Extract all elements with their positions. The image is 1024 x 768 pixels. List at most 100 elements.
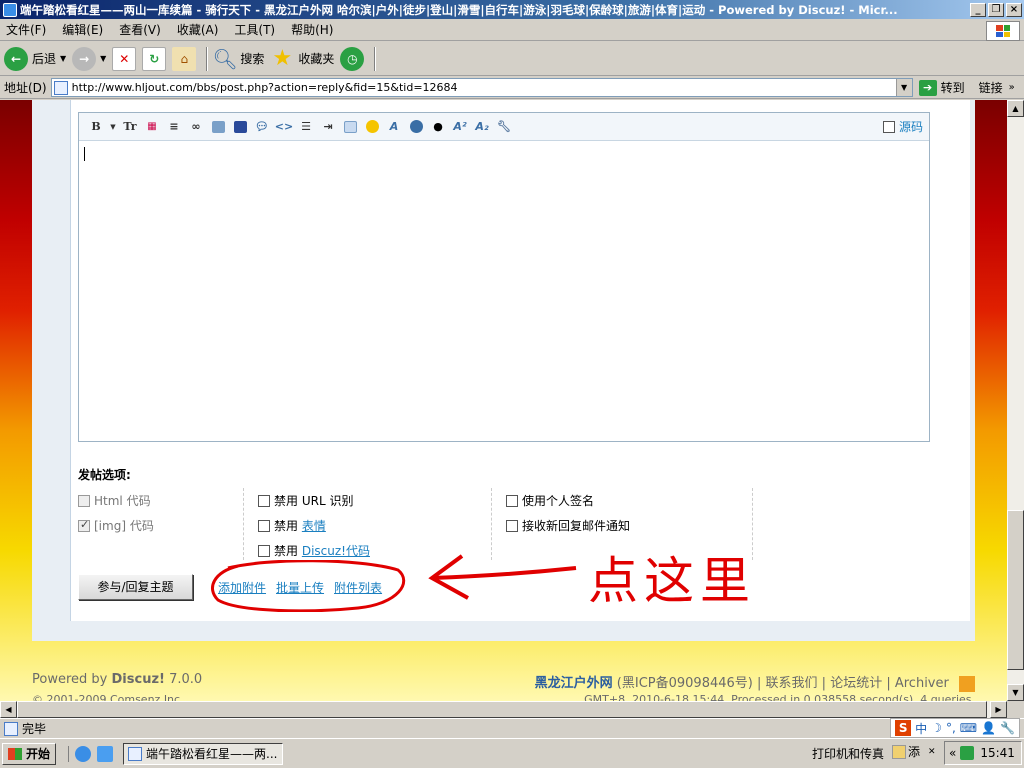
- refresh-button[interactable]: ↻: [142, 46, 167, 71]
- menu-view[interactable]: 查看(V): [119, 21, 161, 38]
- indent-icon[interactable]: ⇥: [319, 119, 337, 135]
- email-notify-checkbox[interactable]: [506, 519, 518, 532]
- links-button[interactable]: 链接: [979, 79, 1003, 96]
- post-textarea[interactable]: [79, 141, 929, 441]
- site-name-link[interactable]: 黑龙江户外网: [535, 676, 613, 691]
- superscript-icon[interactable]: A²: [451, 119, 469, 135]
- go-button[interactable]: ➔ 转到: [918, 79, 965, 96]
- chevron-left-icon[interactable]: «: [949, 746, 956, 760]
- disable-url-checkbox[interactable]: [258, 494, 270, 507]
- moon-icon[interactable]: ☽: [931, 721, 942, 735]
- wrench-icon[interactable]: 🔧︎: [495, 119, 513, 135]
- chevron-right-icon[interactable]: »: [1009, 82, 1015, 93]
- stats-link[interactable]: 论坛统计: [830, 676, 882, 691]
- menu-help[interactable]: 帮助(H): [291, 21, 333, 38]
- flash-icon[interactable]: [410, 120, 423, 133]
- ie-icon[interactable]: [97, 745, 114, 762]
- address-dropdown-icon[interactable]: ▼: [895, 79, 912, 96]
- color-grid-icon[interactable]: ▦: [143, 119, 161, 135]
- smiley-icon[interactable]: [366, 120, 379, 133]
- option-disable-smilies[interactable]: 禁用 表情: [258, 513, 491, 538]
- keyboard-icon[interactable]: ⌨: [960, 721, 977, 735]
- footer-links: 黑龙江户外网 (黑ICP备09098446号) | 联系我们 | 论坛统计 | …: [535, 672, 975, 692]
- icp-link[interactable]: (黑ICP备09098446号): [617, 676, 753, 691]
- menu-edit[interactable]: 编辑(E): [62, 21, 103, 38]
- menu-file[interactable]: 文件(F): [6, 21, 46, 38]
- scroll-up-icon[interactable]: ▲: [1007, 100, 1024, 117]
- option-signature[interactable]: 使用个人签名: [506, 488, 752, 513]
- source-label[interactable]: 源码: [899, 118, 923, 135]
- reply-submit-button[interactable]: 参与/回复主题: [78, 574, 193, 600]
- forward-button[interactable]: → ▼: [72, 46, 106, 71]
- discuzcode-link[interactable]: Discuz!代码: [302, 542, 370, 559]
- taskbar-ie-window[interactable]: 端午踏松看红星——两...: [123, 742, 284, 765]
- address-url[interactable]: http://www.hljout.com/bbs/post.php?actio…: [72, 81, 896, 94]
- qq-icon[interactable]: ●: [429, 119, 447, 135]
- vertical-scrollbar[interactable]: ▲ ▼: [1007, 100, 1024, 701]
- scroll-left-icon[interactable]: ◀: [0, 701, 17, 718]
- ime-mode-chinese[interactable]: 中: [915, 720, 927, 737]
- close-icon[interactable]: ✕: [928, 747, 936, 757]
- vertical-scroll-thumb[interactable]: [1007, 510, 1024, 670]
- quote-icon[interactable]: 💬︎: [253, 119, 271, 135]
- ie-icon[interactable]: [75, 745, 92, 762]
- user-icon[interactable]: 👤: [981, 721, 996, 735]
- archiver-link[interactable]: Archiver: [895, 676, 949, 691]
- option-html[interactable]: Html 代码: [78, 488, 243, 513]
- wrench-icon[interactable]: 🔧: [1000, 721, 1015, 735]
- start-button[interactable]: 开始: [2, 742, 57, 765]
- sogou-ime-icon[interactable]: S: [895, 720, 912, 736]
- menu-tools[interactable]: 工具(T): [234, 21, 275, 38]
- bold-icon[interactable]: B: [87, 119, 105, 135]
- option-email-notify[interactable]: 接收新回复邮件通知: [506, 513, 752, 538]
- align-icon[interactable]: ≡: [165, 119, 183, 135]
- horizontal-scrollbar[interactable]: ◀ ▶: [0, 701, 1007, 718]
- rss-icon[interactable]: [959, 675, 975, 692]
- search-button[interactable]: 🔍︎ 搜索: [212, 47, 264, 71]
- home-button[interactable]: ⌂: [172, 46, 197, 71]
- option-img[interactable]: [img] 代码: [78, 513, 243, 538]
- subscript-icon[interactable]: A₂: [473, 119, 491, 135]
- source-checkbox[interactable]: [882, 120, 895, 133]
- history-button[interactable]: ◷: [340, 46, 365, 71]
- toolbar-separator: [206, 46, 209, 71]
- scroll-right-icon[interactable]: ▶: [990, 701, 1007, 718]
- link-icon[interactable]: ∞: [187, 119, 205, 135]
- window-title-bar[interactable]: 端午踏松看红星——两山一库续篇 - 骑行天下 - 黑龙江户外网 哈尔滨|户外|徒…: [0, 0, 1024, 19]
- menu-favorites[interactable]: 收藏(A): [177, 21, 219, 38]
- scroll-down-icon[interactable]: ▼: [1007, 684, 1024, 701]
- address-input[interactable]: http://www.hljout.com/bbs/post.php?actio…: [50, 78, 913, 97]
- table-icon[interactable]: [344, 120, 357, 133]
- code-icon[interactable]: <>: [275, 119, 293, 135]
- forward-dropdown-icon[interactable]: ▼: [100, 54, 106, 63]
- html-checkbox[interactable]: [78, 494, 90, 507]
- ime-toolbar[interactable]: S 中 ☽ °, ⌨ 👤 🔧: [890, 718, 1020, 738]
- image-icon[interactable]: [212, 120, 225, 133]
- font-size-icon[interactable]: Tr: [121, 119, 139, 135]
- back-button[interactable]: ← 后退 ▼: [4, 46, 66, 71]
- option-disable-url[interactable]: 禁用 URL 识别: [258, 488, 491, 513]
- horizontal-scroll-thumb[interactable]: [17, 701, 987, 718]
- back-dropdown-icon[interactable]: ▼: [60, 54, 66, 63]
- powered-brand[interactable]: Discuz!: [112, 672, 165, 687]
- signature-checkbox[interactable]: [506, 494, 518, 507]
- disable-discuzcode-checkbox[interactable]: [258, 544, 270, 557]
- contact-link[interactable]: 联系我们: [766, 676, 818, 691]
- img-checkbox[interactable]: [78, 518, 90, 532]
- close-button[interactable]: ×: [1006, 2, 1022, 17]
- restore-button[interactable]: ❐: [988, 2, 1004, 17]
- favorites-button[interactable]: ★ 收藏夹: [270, 46, 334, 71]
- chevron-down-icon[interactable]: ▼: [109, 119, 117, 135]
- shield-icon[interactable]: [960, 746, 975, 760]
- smilies-link[interactable]: 表情: [302, 517, 326, 534]
- minimize-button[interactable]: _: [970, 2, 986, 17]
- font-icon[interactable]: A: [385, 119, 403, 135]
- source-toggle[interactable]: 源码: [882, 118, 923, 135]
- printer-fax-label[interactable]: 打印机和传真: [812, 745, 884, 762]
- punctuation-icon[interactable]: °,: [946, 721, 956, 735]
- disable-smilies-checkbox[interactable]: [258, 519, 270, 532]
- stop-button[interactable]: ✕: [112, 46, 137, 71]
- ordered-list-icon[interactable]: ☰: [297, 119, 315, 135]
- media-icon[interactable]: [234, 120, 247, 133]
- tray-extra[interactable]: 添 ✕: [892, 743, 936, 760]
